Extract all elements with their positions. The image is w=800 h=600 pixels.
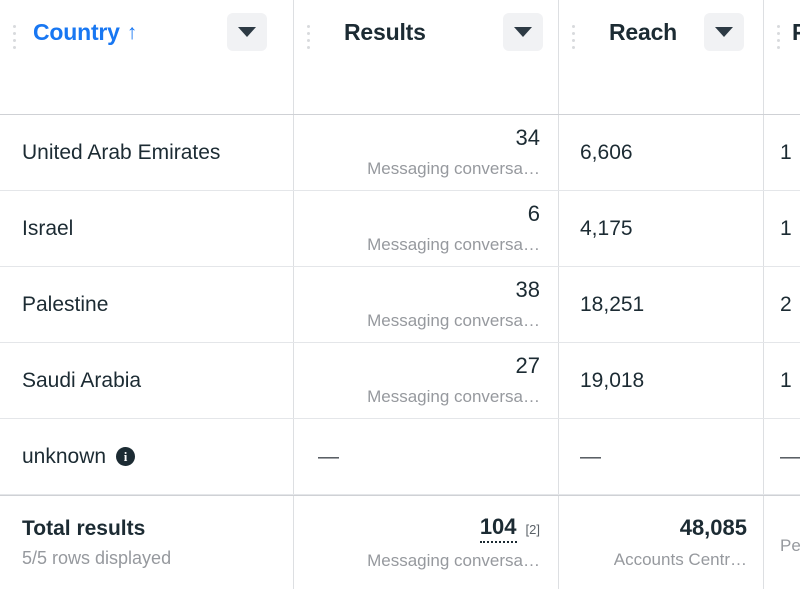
cell-fourth-value: 1	[780, 216, 792, 240]
cell-reach-value: 18,251	[580, 292, 645, 316]
cell-results-value: 6	[527, 201, 540, 226]
cell-country-label: Israel	[22, 216, 74, 240]
cell-country: Palestine	[0, 267, 293, 342]
cell-results-caption: Messaging conversa…	[367, 387, 540, 406]
cell-results-caption: Messaging conversa…	[367, 235, 540, 254]
footer-reach-total: 48,085	[679, 514, 747, 540]
cell-reach-value: 4,175	[580, 216, 633, 240]
cell-results-caption: Messaging conversa…	[367, 159, 540, 178]
table-row-unknown[interactable]: unknown i — — —	[0, 419, 800, 495]
cell-results: 6 Messaging conversa…	[293, 191, 558, 266]
table-footer-totals-row: Total results 5/5 rows displayed 104 [2]…	[0, 495, 800, 589]
column-header-country[interactable]: Country ↑	[0, 0, 293, 114]
drag-handle-icon[interactable]	[773, 20, 783, 54]
cell-results: 27 Messaging conversa…	[293, 343, 558, 418]
footer-cell-reach: 48,085 Accounts Centr…	[558, 496, 763, 589]
column-header-country-label: Country ↑	[33, 18, 137, 46]
cell-country-label: unknown	[22, 444, 107, 468]
cell-fourth-value: 2	[780, 292, 792, 316]
cell-results-value: 27	[515, 353, 540, 378]
cell-reach: 6,606	[558, 115, 763, 190]
column-menu-button-results[interactable]	[503, 13, 543, 51]
drag-handle-icon[interactable]	[303, 20, 313, 54]
column-header-reach-label: Reach	[609, 19, 678, 45]
drag-handle-icon[interactable]	[568, 20, 578, 54]
cell-country-label: Saudi Arabia	[22, 368, 142, 392]
cell-reach-value: 19,018	[580, 368, 645, 392]
cell-country: unknown i	[0, 419, 293, 494]
cell-fourth-value: —	[780, 444, 800, 468]
column-menu-button-reach[interactable]	[704, 13, 744, 51]
cell-fourth: 1	[763, 191, 800, 266]
column-menu-button-country[interactable]	[227, 13, 267, 51]
cell-results-value: 34	[515, 125, 540, 150]
footer-results-footnote[interactable]: [2]	[526, 522, 540, 538]
cell-results-value: —	[318, 444, 339, 468]
table-row[interactable]: Palestine 38 Messaging conversa… 18,251 …	[0, 267, 800, 343]
footer-fourth-caption: Pe	[780, 536, 800, 555]
table-row[interactable]: Israel 6 Messaging conversa… 4,175 1	[0, 191, 800, 267]
cell-fourth: 2	[763, 267, 800, 342]
column-header-results[interactable]: Results	[293, 0, 558, 114]
cell-country-label: Palestine	[22, 292, 109, 316]
cell-results: 34 Messaging conversa…	[293, 115, 558, 190]
footer-reach-caption: Accounts Centr…	[613, 549, 747, 569]
cell-fourth: 1	[763, 115, 800, 190]
chevron-down-icon	[715, 27, 733, 37]
info-icon[interactable]: i	[116, 447, 136, 466]
column-header-fourth-truncated[interactable]: P	[763, 0, 800, 114]
cell-reach: 19,018	[558, 343, 763, 418]
cell-reach-value: —	[580, 444, 601, 468]
cell-reach-value: 6,606	[580, 140, 633, 164]
cell-fourth-value: 1	[780, 368, 792, 392]
cell-fourth-value: 1	[780, 140, 792, 164]
column-header-results-label: Results	[344, 19, 426, 45]
column-header-country-text: Country	[33, 19, 120, 45]
drag-handle-icon[interactable]	[9, 20, 19, 54]
breakdown-data-table: Country ↑ Results Reach P United Arab Em…	[0, 0, 800, 600]
table-header-row: Country ↑ Results Reach P	[0, 0, 800, 115]
footer-total-title: Total results	[22, 517, 146, 540]
cell-country: United Arab Emirates	[0, 115, 293, 190]
footer-cell-fourth: Pe	[763, 496, 800, 589]
table-row[interactable]: Saudi Arabia 27 Messaging conversa… 19,0…	[0, 343, 800, 419]
cell-reach: 4,175	[558, 191, 763, 266]
cell-results: —	[293, 419, 558, 494]
cell-reach: —	[558, 419, 763, 494]
footer-results-total[interactable]: 104	[479, 514, 517, 543]
chevron-down-icon	[514, 27, 532, 37]
cell-reach: 18,251	[558, 267, 763, 342]
cell-results-caption: Messaging conversa…	[367, 311, 540, 330]
cell-results: 38 Messaging conversa…	[293, 267, 558, 342]
sort-ascending-icon: ↑	[126, 20, 138, 44]
cell-results-value: 38	[515, 277, 540, 302]
column-header-fourth-label: P	[792, 19, 800, 45]
cell-country-label: United Arab Emirates	[22, 140, 221, 164]
chevron-down-icon	[238, 27, 256, 37]
cell-fourth: —	[763, 419, 800, 494]
cell-country: Israel	[0, 191, 293, 266]
footer-cell-country: Total results 5/5 rows displayed	[0, 496, 293, 589]
column-header-reach[interactable]: Reach	[558, 0, 763, 114]
table-row[interactable]: United Arab Emirates 34 Messaging conver…	[0, 115, 800, 191]
cell-fourth: 1	[763, 343, 800, 418]
cell-country: Saudi Arabia	[0, 343, 293, 418]
footer-rows-displayed: 5/5 rows displayed	[22, 548, 172, 568]
footer-cell-results: 104 [2] Messaging conversa…	[293, 496, 558, 589]
footer-results-caption: Messaging conversa…	[367, 550, 540, 570]
